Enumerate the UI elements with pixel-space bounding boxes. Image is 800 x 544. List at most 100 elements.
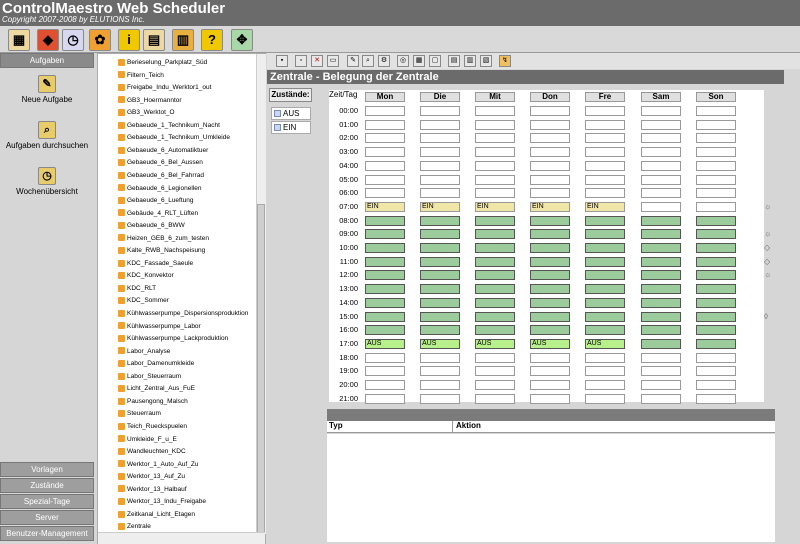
tree-item[interactable]: Labor_Analyse — [118, 346, 170, 358]
tree-item[interactable]: Labor_Damenumkleide — [118, 358, 194, 370]
schedule-cell[interactable] — [475, 133, 515, 144]
schedule-cell[interactable] — [530, 256, 570, 267]
schedule-cell[interactable] — [696, 174, 736, 185]
tree-item[interactable]: GB3_Werktot_O — [118, 107, 175, 119]
schedule-cell[interactable] — [696, 270, 736, 281]
grid-icon[interactable]: ▦ — [413, 55, 425, 67]
schedule-cell[interactable] — [696, 380, 736, 390]
sidebar-section-vorlagen[interactable]: Vorlagen — [0, 462, 94, 477]
schedule-cell[interactable] — [475, 147, 515, 158]
export-icon[interactable]: ↯ — [499, 55, 511, 67]
settings-icon[interactable]: ⚙ — [378, 55, 390, 67]
tree-item[interactable]: Werktor_13_Indu_Freigabe — [118, 496, 206, 508]
tree-item[interactable]: Filtern_Teich — [118, 70, 164, 82]
schedule-cell[interactable] — [585, 297, 625, 308]
sidebar-section-zustaende[interactable]: Zustände — [0, 478, 94, 493]
schedule-cell[interactable] — [530, 215, 570, 226]
schedule-cell[interactable] — [365, 352, 405, 363]
schedule-cell[interactable] — [585, 106, 625, 116]
schedule-cell[interactable] — [530, 174, 570, 185]
tree-item[interactable]: KDC_Sommer — [118, 295, 169, 307]
schedule-cell[interactable] — [585, 311, 625, 322]
schedule-cell[interactable] — [420, 243, 460, 253]
schedule-cell[interactable] — [696, 311, 736, 322]
schedule-cell[interactable] — [420, 352, 460, 363]
schedule-cell[interactable] — [365, 229, 405, 240]
schedule-cell[interactable]: AUS — [420, 338, 460, 349]
tree-item[interactable]: GB3_Hoermanntor — [118, 95, 182, 107]
schedule-cell[interactable] — [475, 229, 515, 240]
schedule-cell[interactable] — [475, 366, 515, 377]
schedule-cell[interactable] — [585, 380, 625, 390]
schedule-cell[interactable] — [475, 160, 515, 171]
schedule-cell[interactable] — [530, 229, 570, 240]
tree-item[interactable]: KDC_Fassade_Saeule — [118, 258, 193, 270]
schedule-cell[interactable] — [530, 188, 570, 199]
schedule-cell[interactable] — [696, 133, 736, 144]
schedule-cell[interactable] — [365, 270, 405, 281]
tree-item[interactable]: Berieselung_Parkplatz_Süd — [118, 57, 207, 69]
tree-item[interactable]: KDC_Konvektor — [118, 270, 174, 282]
schedule-cell[interactable]: AUS — [365, 338, 405, 349]
schedule-cell[interactable]: AUS — [475, 338, 515, 349]
tree-item[interactable]: Pausengong_Malsch — [118, 396, 188, 408]
schedule-cell[interactable] — [530, 270, 570, 281]
schedule-cell[interactable] — [475, 284, 515, 295]
schedule-cell[interactable] — [641, 188, 681, 199]
schedule-cell[interactable] — [585, 174, 625, 185]
schedule-cell[interactable] — [696, 256, 736, 267]
schedule-cell[interactable] — [530, 380, 570, 390]
sidebar-section-spezial-tage[interactable]: Spezial-Tage — [0, 494, 94, 509]
box-icon[interactable]: ◆ — [37, 29, 59, 51]
schedule-cell[interactable] — [641, 393, 681, 404]
schedule-cell[interactable] — [420, 256, 460, 267]
schedule-cell[interactable] — [696, 215, 736, 226]
schedule-cell[interactable] — [696, 106, 736, 116]
tree-item[interactable]: Gebaeude_6_Bel_Fahrrad — [118, 170, 204, 182]
schedule-cell[interactable] — [475, 188, 515, 199]
tree-item[interactable]: Gebaeude_1_Technikum_Nacht — [118, 120, 220, 132]
tree-item[interactable]: Gebaeude_6_Lueftung — [118, 195, 194, 207]
layout-icon[interactable]: ▥ — [464, 55, 476, 67]
schedule-cell[interactable] — [420, 284, 460, 295]
schedule-cell[interactable] — [585, 393, 625, 404]
tree-item[interactable]: Kalte_RWB_Nachspeisung — [118, 245, 205, 257]
schedule-cell[interactable] — [530, 325, 570, 336]
state-ein[interactable]: EIN — [271, 121, 311, 134]
schedule-cell[interactable] — [365, 119, 405, 130]
schedule-cell[interactable] — [365, 160, 405, 171]
tree-hscrollbar[interactable] — [98, 532, 265, 544]
schedule-cell[interactable] — [585, 243, 625, 253]
schedule-cell[interactable] — [641, 352, 681, 363]
schedule-cell[interactable] — [696, 119, 736, 130]
schedule-cell[interactable] — [641, 380, 681, 390]
schedule-cell[interactable]: AUS — [530, 338, 570, 349]
new-icon[interactable]: ▫ — [295, 55, 307, 67]
schedule-cell[interactable] — [641, 270, 681, 281]
schedule-cell[interactable] — [420, 229, 460, 240]
arrows-icon[interactable]: ✥ — [231, 29, 253, 51]
schedule-cell[interactable] — [420, 380, 460, 390]
schedule-cell[interactable] — [420, 297, 460, 308]
schedule-cell[interactable] — [475, 119, 515, 130]
schedule-cell[interactable] — [365, 133, 405, 144]
schedule-cell[interactable] — [365, 284, 405, 295]
schedule-cell[interactable]: EIN — [530, 201, 570, 212]
help-icon[interactable]: ? — [201, 29, 223, 51]
schedule-cell[interactable] — [475, 256, 515, 267]
tree-item[interactable]: Gebaeude_6_Legionellen — [118, 183, 201, 195]
schedule-cell[interactable] — [420, 366, 460, 377]
schedule-cell[interactable] — [530, 160, 570, 171]
schedule-cell[interactable] — [475, 106, 515, 116]
schedule-cell[interactable] — [696, 325, 736, 336]
schedule-cell[interactable] — [585, 284, 625, 295]
schedule-cell[interactable] — [475, 297, 515, 308]
schedule-cell[interactable] — [365, 393, 405, 404]
schedule-cell[interactable] — [475, 270, 515, 281]
schedule-cell[interactable] — [696, 366, 736, 377]
structure-icon[interactable]: ▦ — [8, 29, 30, 51]
sidebar-section-server[interactable]: Server — [0, 510, 94, 525]
tree-item[interactable]: Gebaeude_1_Technikum_Umkleide — [118, 132, 230, 144]
tree-item[interactable]: Werktor_13_Auf_Zu — [118, 471, 185, 483]
tree-item[interactable]: Zeitkanal_Licht_Etagen — [118, 509, 195, 521]
